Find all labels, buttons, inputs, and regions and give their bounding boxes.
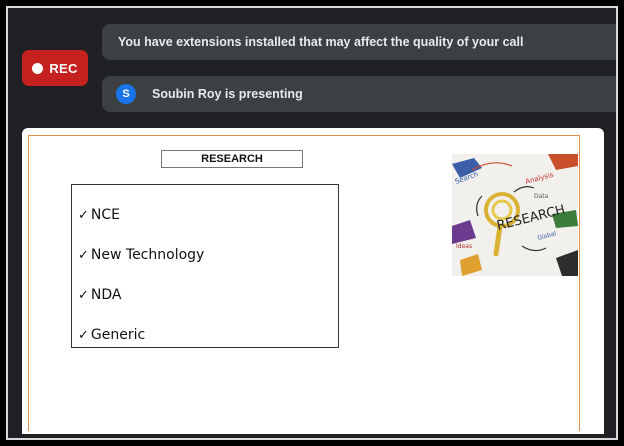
svg-text:Data: Data [534, 193, 549, 200]
list-item: ✓ Generic [78, 327, 145, 343]
bullet-text: NCE [90, 207, 120, 223]
extensions-warning-text: You have extensions installed that may a… [118, 35, 524, 49]
check-mark-icon: ✓ [78, 327, 89, 343]
bullet-text: New Technology [90, 247, 205, 263]
presenting-text: Soubin Roy is presenting [152, 87, 303, 101]
presenting-banner[interactable]: S Soubin Roy is presenting [102, 76, 616, 112]
check-mark-icon: ✓ [78, 247, 89, 263]
shared-screen: RESEARCH ✓ NCE ✓ New Technology ✓ NDA ✓ … [22, 128, 604, 434]
bullet-text: NDA [90, 287, 122, 303]
bullet-list: ✓ NCE ✓ New Technology ✓ NDA ✓ Generic [71, 184, 339, 348]
presenter-avatar: S [116, 84, 136, 104]
svg-text:Ideas: Ideas [456, 243, 472, 250]
record-dot-icon [32, 62, 44, 74]
recording-badge: REC [22, 50, 88, 86]
research-illustration: Search Analysis Data Global Ideas RESEAR… [452, 154, 578, 276]
slide-title: RESEARCH [161, 150, 303, 168]
check-mark-icon: ✓ [78, 207, 89, 223]
magnifier-research-icon: Search Analysis Data Global Ideas RESEAR… [452, 154, 578, 276]
list-item: ✓ NDA [78, 287, 122, 303]
meeting-window: REC You have extensions installed that m… [6, 6, 618, 440]
slide-frame: RESEARCH ✓ NCE ✓ New Technology ✓ NDA ✓ … [28, 135, 580, 431]
list-item: ✓ New Technology [78, 247, 204, 263]
extensions-warning-banner[interactable]: You have extensions installed that may a… [102, 24, 616, 60]
recording-label: REC [49, 60, 78, 76]
check-mark-icon: ✓ [78, 287, 89, 303]
list-item: ✓ NCE [78, 207, 120, 223]
bullet-text: Generic [90, 327, 146, 343]
